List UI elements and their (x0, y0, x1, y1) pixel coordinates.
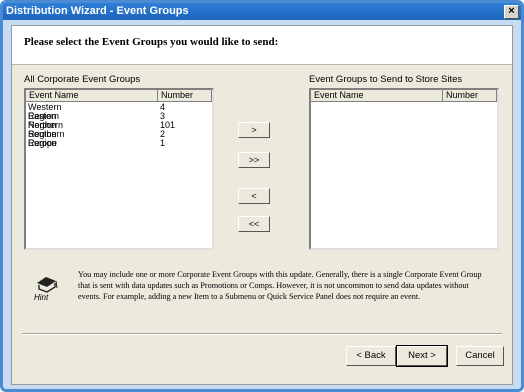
wizard-window: Distribution Wizard - Event Groups × Ple… (0, 0, 524, 392)
dialog-body: Please select the Event Groups you would… (11, 25, 513, 385)
title-bar: Distribution Wizard - Event Groups × (3, 3, 521, 20)
remove-button[interactable]: < (238, 188, 270, 204)
next-button[interactable]: Next > (396, 345, 448, 367)
window-title: Distribution Wizard - Event Groups (6, 5, 189, 17)
add-all-button[interactable]: >> (238, 152, 270, 168)
column-header-event-name[interactable]: Event Name (26, 90, 158, 102)
header-band: Please select the Event Groups you would… (12, 26, 512, 65)
separator (22, 333, 502, 335)
column-header-event-name[interactable]: Event Name (311, 90, 443, 102)
hint-text: You may include one or more Corporate Ev… (78, 270, 482, 301)
corporate-event-groups-list[interactable]: Event Name Number Western Region 4 Eastern… (24, 88, 214, 250)
column-header-number[interactable]: Number (443, 90, 497, 102)
cancel-button[interactable]: Cancel (456, 346, 504, 366)
page-title: Please select the Event Groups you would… (24, 36, 279, 48)
remove-all-button[interactable]: << (238, 216, 270, 232)
send-event-groups-list[interactable]: Event Name Number (309, 88, 499, 250)
close-icon[interactable]: × (504, 5, 519, 19)
back-button[interactable]: < Back (346, 346, 396, 366)
hint-label: Hint (34, 293, 49, 302)
left-list-label: All Corporate Event Groups (24, 74, 141, 85)
add-button[interactable]: > (238, 122, 270, 138)
column-header-number[interactable]: Number (158, 90, 212, 102)
event-number-cell: 1 (160, 138, 166, 148)
hint-icon: Hint (32, 271, 72, 311)
right-list-label: Event Groups to Send to Store Sites (309, 74, 463, 85)
event-name-cell: Europe (28, 138, 58, 148)
